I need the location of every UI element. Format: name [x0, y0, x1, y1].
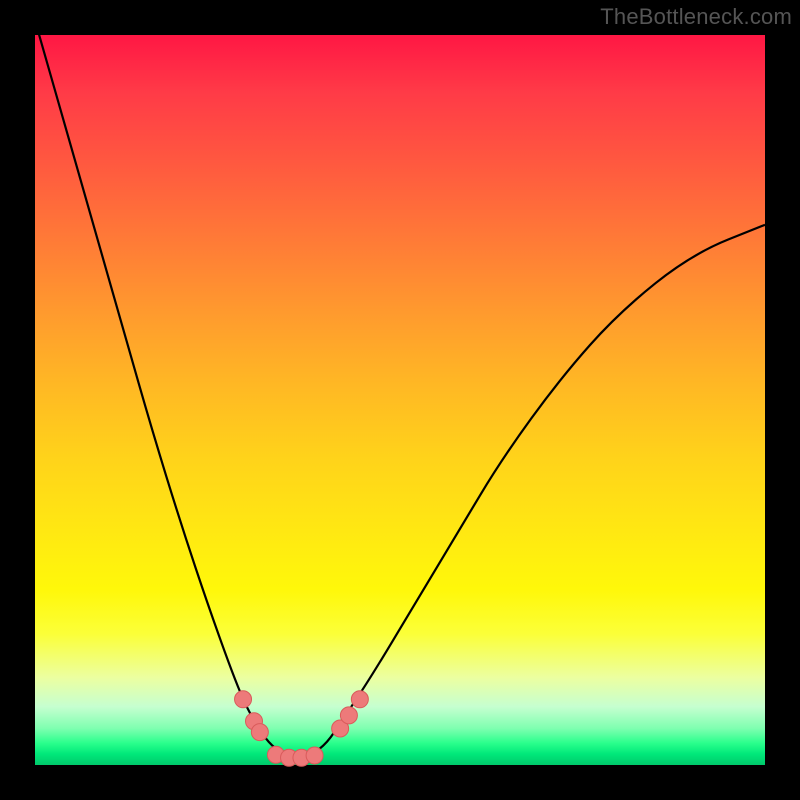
- curve-marker: [306, 747, 323, 764]
- plot-area: [35, 35, 765, 765]
- bottleneck-curve: [35, 20, 765, 756]
- chart-frame: TheBottleneck.com: [0, 0, 800, 800]
- watermark-text: TheBottleneck.com: [600, 4, 792, 30]
- curve-marker: [351, 691, 368, 708]
- curve-marker: [235, 691, 252, 708]
- marker-group: [235, 691, 369, 766]
- curve-marker: [340, 707, 357, 724]
- curve-marker: [251, 724, 268, 741]
- chart-svg: [35, 35, 765, 765]
